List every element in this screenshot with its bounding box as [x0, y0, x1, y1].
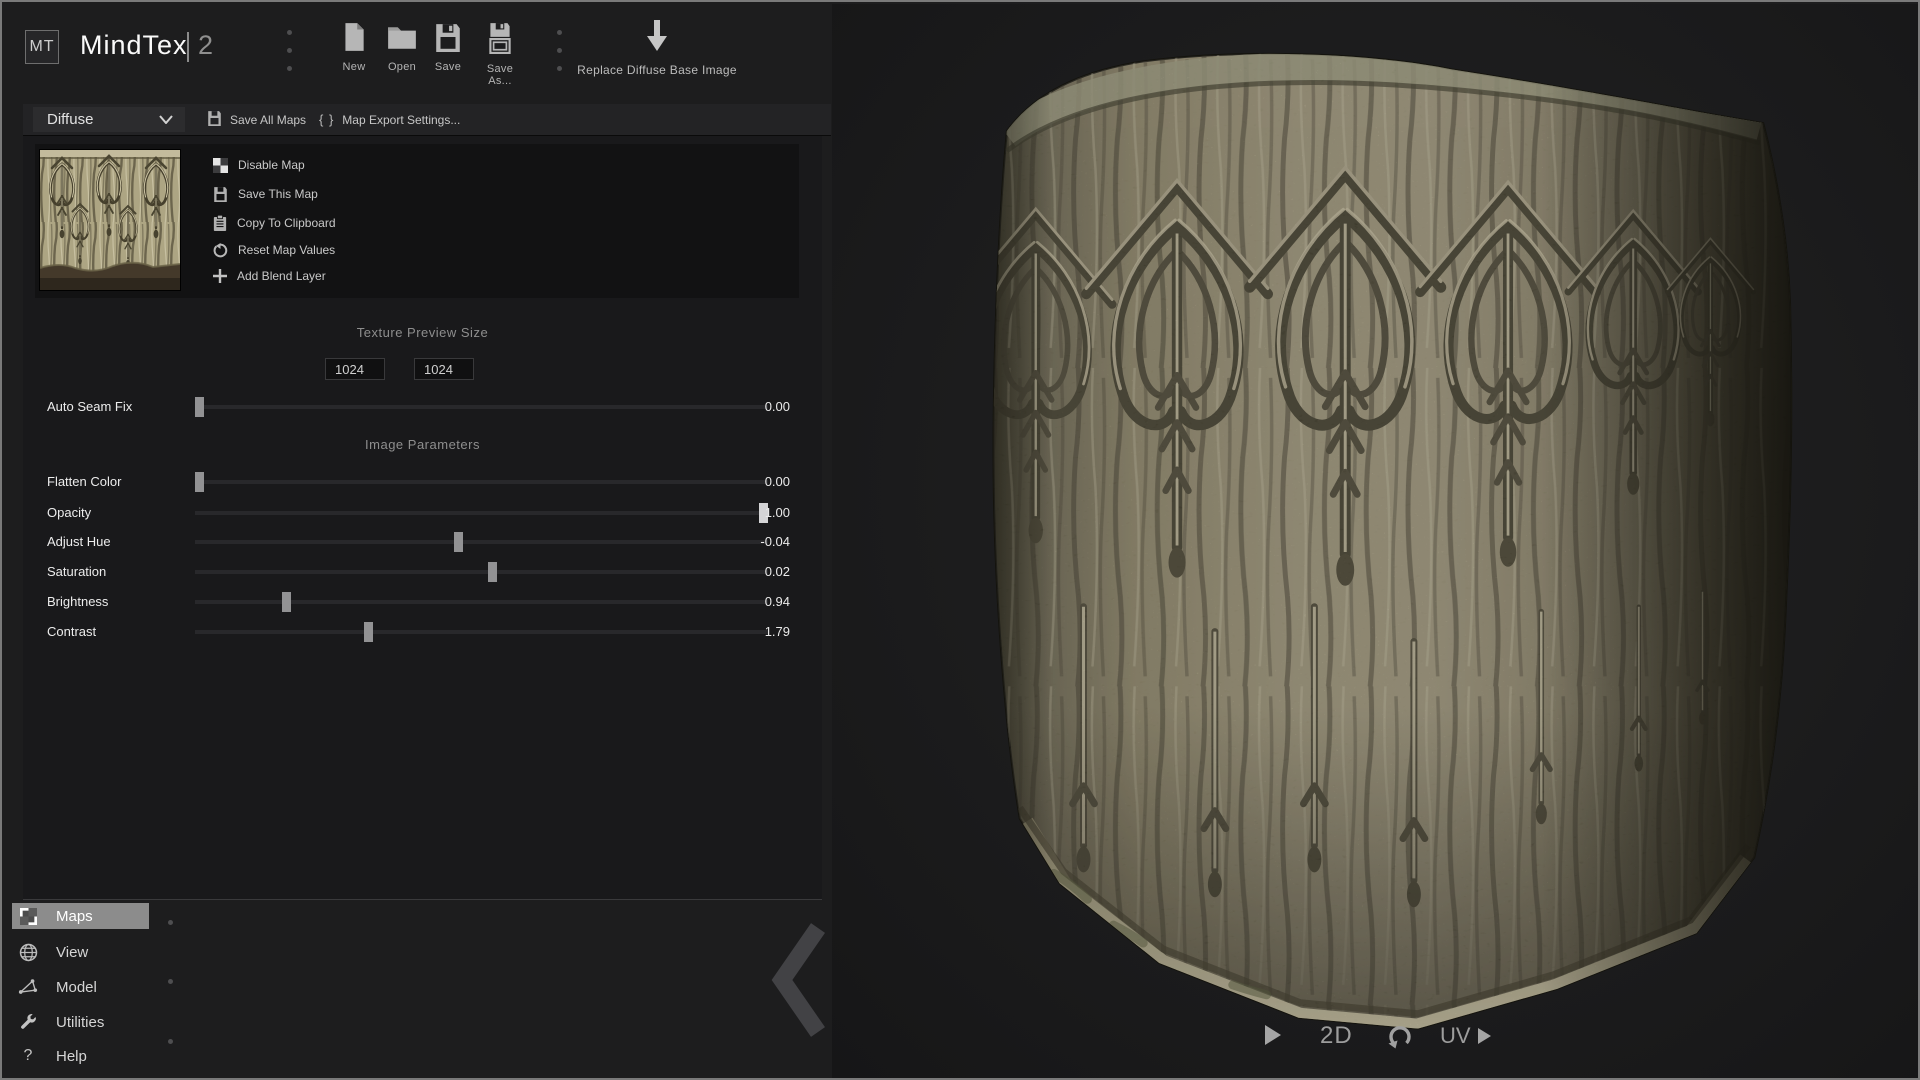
separator-dot	[287, 66, 292, 71]
app-title: MindTex	[80, 30, 188, 61]
chevron-down-icon	[159, 111, 173, 128]
separator-dot	[557, 48, 562, 53]
down-arrow-icon	[640, 18, 674, 59]
sidebar-item-model[interactable]: Model	[12, 974, 198, 1000]
open-button[interactable]: Open	[381, 22, 423, 73]
slider-handle[interactable]	[195, 397, 204, 417]
flatten-color-slider[interactable]	[195, 480, 768, 484]
slider-row-brightness: Brightness 0.94	[47, 590, 817, 614]
checkerboard-icon	[213, 158, 228, 173]
maps-checker-icon	[18, 908, 38, 925]
rotate-view-button[interactable]	[1387, 1024, 1413, 1055]
preview-width-input[interactable]	[325, 358, 385, 380]
collapse-panel-chevron[interactable]	[768, 920, 830, 1045]
save-all-maps-button[interactable]: Save All Maps	[207, 104, 306, 135]
slider-handle[interactable]	[282, 592, 291, 612]
play-icon	[1264, 1024, 1282, 1046]
app-version: 2	[198, 30, 213, 61]
map-type-dropdown[interactable]: Diffuse	[33, 107, 185, 132]
menu-item-copy-to-clipboard[interactable]: Copy To Clipboard	[213, 213, 336, 233]
open-folder-icon	[386, 22, 418, 57]
uv-view-button[interactable]: UV	[1440, 1023, 1491, 1049]
save-button[interactable]: Save	[428, 22, 468, 73]
slider-handle[interactable]	[195, 472, 204, 492]
slider-handle[interactable]	[364, 622, 373, 642]
image-parameters-title: Image Parameters	[23, 437, 822, 452]
wrench-icon	[18, 1013, 38, 1031]
reset-icon	[213, 243, 228, 258]
slider-handle[interactable]	[488, 562, 497, 582]
saturation-slider[interactable]	[195, 570, 768, 574]
contrast-slider[interactable]	[195, 630, 768, 634]
question-icon: ?	[18, 1047, 38, 1065]
replace-diffuse-base-image-button[interactable]: Replace Diffuse Base Image	[577, 18, 737, 77]
separator-dot	[168, 920, 173, 925]
sidebar-item-utilities[interactable]: Utilities	[12, 1009, 198, 1035]
menu-item-reset-map-values[interactable]: Reset Map Values	[213, 240, 335, 260]
slider-row-contrast: Contrast 1.79	[47, 620, 817, 644]
clipboard-icon	[213, 215, 227, 232]
separator-dot	[287, 30, 292, 35]
play-animation-button[interactable]	[1264, 1024, 1282, 1051]
menu-item-disable-map[interactable]: Disable Map	[213, 155, 305, 175]
preview-height-input[interactable]	[414, 358, 474, 380]
slider-row-adjust-hue: Adjust Hue -0.04	[47, 530, 817, 554]
panel-divider	[23, 899, 822, 900]
opacity-slider[interactable]	[195, 511, 768, 515]
save-floppy-icon	[434, 22, 462, 57]
separator-dot	[287, 48, 292, 53]
model-mesh-icon	[18, 978, 38, 996]
floppy-icon	[207, 110, 222, 129]
collapse-chevron-icon	[768, 920, 830, 1040]
sidebar-item-maps[interactable]: Maps	[12, 903, 149, 929]
sidebar-item-help[interactable]: ? Help	[12, 1043, 198, 1069]
globe-icon	[18, 943, 38, 962]
slider-row-auto-seam-fix: Auto Seam Fix 0.00	[47, 395, 817, 419]
texture-preview-size-title: Texture Preview Size	[23, 325, 822, 340]
app-logo: MT	[25, 30, 59, 64]
brightness-slider[interactable]	[195, 600, 768, 604]
plus-icon	[213, 269, 227, 283]
menu-item-save-this-map[interactable]: Save This Map	[213, 184, 318, 204]
sidebar-item-view[interactable]: View	[12, 939, 198, 965]
save-as-button[interactable]: Save As...	[474, 22, 526, 87]
map-panel-header: Diffuse Save All Maps { } Map Export Set…	[23, 104, 831, 136]
menu-item-add-blend-layer[interactable]: Add Blend Layer	[213, 266, 326, 286]
separator-dot	[557, 66, 562, 71]
separator-dot	[168, 1039, 173, 1044]
slider-row-saturation: Saturation 0.02	[47, 560, 817, 584]
save-as-floppy-icon	[486, 22, 514, 59]
braces-icon: { }	[319, 112, 334, 127]
new-button[interactable]: New	[335, 22, 373, 73]
play-small-icon	[1478, 1028, 1491, 1044]
rotate-icon	[1387, 1024, 1413, 1050]
diffuse-map-thumbnail[interactable]	[40, 150, 180, 290]
slider-row-opacity: Opacity 1.00	[47, 501, 817, 525]
adjust-hue-slider[interactable]	[195, 540, 768, 544]
floppy-icon	[213, 186, 228, 202]
view-2d-button[interactable]: 2D	[1320, 1022, 1353, 1050]
auto-seam-fix-slider[interactable]	[195, 405, 768, 409]
slider-handle[interactable]	[454, 532, 463, 552]
title-divider	[187, 32, 189, 62]
map-export-settings-button[interactable]: { } Map Export Settings...	[319, 104, 460, 135]
new-document-icon	[341, 22, 367, 57]
separator-dot	[557, 30, 562, 35]
model-3d-preview[interactable]: .cd{stroke:#403c2a;stroke-width:11;fill:…	[984, 47, 1800, 1052]
mindtex-window: MT MindTex 2 New Open Save Save As... R	[0, 0, 1920, 1080]
slider-row-flatten-color: Flatten Color 0.00	[47, 470, 817, 494]
separator-dot	[168, 979, 173, 984]
map-settings-panel: Diffuse Save All Maps { } Map Export Set…	[23, 104, 822, 899]
